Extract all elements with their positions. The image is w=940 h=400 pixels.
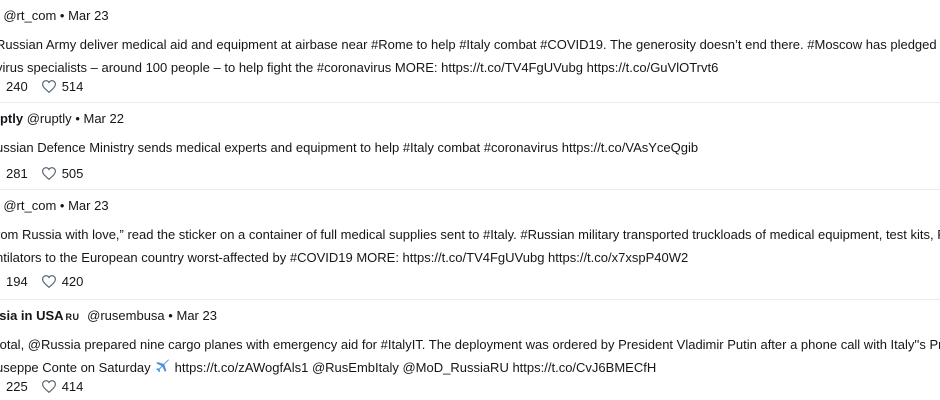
heart-icon[interactable] <box>41 167 56 180</box>
tweet-date[interactable]: Mar 23 <box>68 198 108 213</box>
tweet-date[interactable]: Mar 23 <box>176 308 216 323</box>
tweet-text-line: ussian Defence Ministry sends medical ex… <box>0 140 699 155</box>
author-handle[interactable]: @rusembusa <box>87 308 165 323</box>
like-count[interactable]: 414 <box>62 379 84 394</box>
tweet-card[interactable]: T @rt_com • Mar 23 rom Russia with love,… <box>0 190 940 300</box>
author-handle[interactable]: @rt_com <box>3 198 56 213</box>
tweet-header: T @rt_com • Mar 23 <box>0 8 108 23</box>
tweet-feed: T @rt_com • Mar 23 Russian Army deliver … <box>0 0 940 400</box>
tweet-text: ussian Defence Ministry sends medical ex… <box>0 136 698 159</box>
country-badge: RU <box>65 312 80 322</box>
airplane-emoji-icon <box>155 358 171 381</box>
tweet-text: total, @Russia prepared nine cargo plane… <box>0 333 940 381</box>
separator-dot: • <box>59 8 65 23</box>
retweet-count[interactable]: 225 <box>6 379 28 394</box>
like-count[interactable]: 420 <box>62 274 84 289</box>
like-count[interactable]: 505 <box>62 166 84 181</box>
author-handle[interactable]: @rt_com <box>3 8 56 23</box>
separator-dot: • <box>168 308 173 323</box>
heart-icon[interactable] <box>41 275 56 288</box>
author-name[interactable]: uptly <box>0 111 23 126</box>
tweet-text: rom Russia with love,” read the sticker … <box>0 223 940 269</box>
tweet-text-segment: https://t.co/zAWogfAls1 @RusEmbItaly @Mo… <box>174 360 657 375</box>
tweet-card[interactable]: uptly @ruptly • Mar 22 ussian Defence Mi… <box>0 103 940 190</box>
tweet-text: Russian Army deliver medical aid and equ… <box>0 33 940 79</box>
tweet-text-segment: useppe Conte on Saturday <box>0 360 151 375</box>
tweet-header: T @rt_com • Mar 23 <box>0 198 108 213</box>
tweet-text-line: rom Russia with love,” read the sticker … <box>0 227 940 242</box>
tweet-card[interactable]: T @rt_com • Mar 23 Russian Army deliver … <box>0 0 940 103</box>
tweet-date[interactable]: Mar 22 <box>84 111 124 126</box>
heart-icon[interactable] <box>41 80 56 93</box>
tweet-text-line: virus specialists – around 100 people – … <box>0 60 719 75</box>
tweet-card[interactable]: ssia in USARU @rusembusa • Mar 23 total,… <box>0 300 940 400</box>
heart-icon[interactable] <box>41 380 56 393</box>
tweet-text-line: ntilators to the European country worst-… <box>0 250 689 265</box>
retweet-count[interactable]: 240 <box>6 79 28 94</box>
retweet-count[interactable]: 194 <box>6 274 28 289</box>
tweet-stats: 281 505 <box>6 166 83 181</box>
tweet-stats: 240 514 <box>6 79 83 94</box>
tweet-stats: 194 420 <box>6 274 83 289</box>
author-name[interactable]: ssia in USA <box>0 308 64 323</box>
tweet-stats: 225 414 <box>6 379 83 394</box>
like-count[interactable]: 514 <box>62 79 84 94</box>
retweet-count[interactable]: 281 <box>6 166 28 181</box>
tweet-date[interactable]: Mar 23 <box>68 8 108 23</box>
tweet-header: uptly @ruptly • Mar 22 <box>0 111 124 126</box>
author-handle[interactable]: @ruptly <box>27 111 72 126</box>
tweet-text-line: Russian Army deliver medical aid and equ… <box>0 37 940 52</box>
tweet-header: ssia in USARU @rusembusa • Mar 23 <box>0 308 217 323</box>
tweet-text-line: total, @Russia prepared nine cargo plane… <box>0 337 940 352</box>
separator-dot: • <box>59 198 65 213</box>
separator-dot: • <box>75 111 80 126</box>
tweet-text-line-wrap: useppe Conte on Saturday https://t.co/zAW… <box>0 356 940 381</box>
